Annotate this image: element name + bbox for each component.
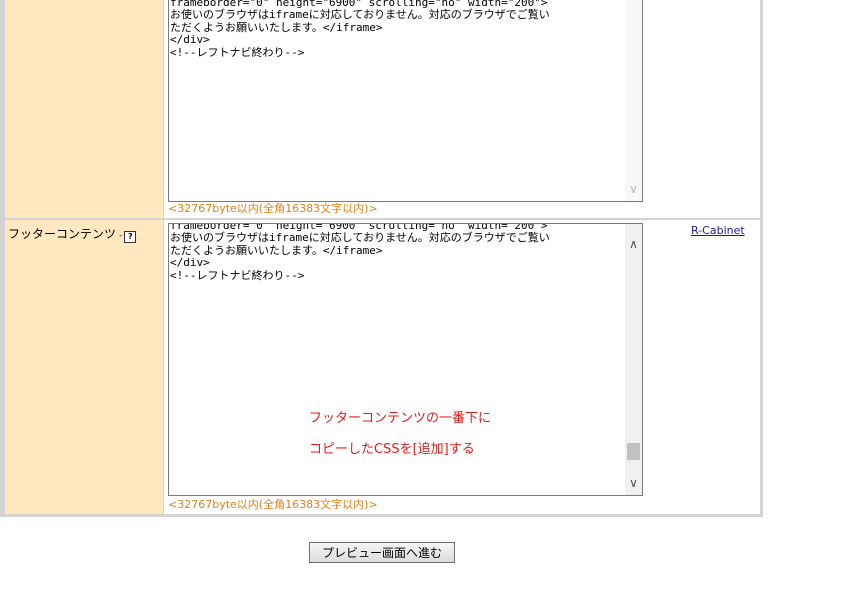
preview-button[interactable]: プレビュー画面へ進む xyxy=(309,542,455,563)
scrollbar-thumb[interactable] xyxy=(627,443,640,460)
top-content-textarea[interactable]: frameborder="0" height="6900" scrolling=… xyxy=(168,0,643,202)
label-cell-footer: フッターコンテンツ -? xyxy=(5,220,163,514)
r-cabinet-link[interactable]: R-Cabinet xyxy=(691,224,745,237)
help-icon[interactable]: ? xyxy=(124,231,137,243)
footer-field-label: フッターコンテンツ -? xyxy=(8,225,137,243)
chevron-down-icon[interactable]: ∨ xyxy=(627,477,640,489)
content-cell-footer: frameborder="0" height="6900" scrolling=… xyxy=(164,220,760,514)
footer-content-textarea[interactable]: frameborder="0" height="6900" scrolling=… xyxy=(168,223,643,496)
chevron-up-icon[interactable]: ∧ xyxy=(627,238,640,250)
label-cell-top xyxy=(5,0,163,218)
footer-label-text: フッターコンテンツ xyxy=(8,227,117,241)
instruction-line-1: フッターコンテンツの一番下に xyxy=(309,411,492,426)
pointer-mark-icon: - xyxy=(119,231,123,241)
footer-textarea-scrollbar[interactable]: ∧ ∨ xyxy=(625,224,642,495)
top-textarea-scrollbar[interactable]: ∨ xyxy=(625,0,642,201)
top-limit-note: <32767byte以内(全角16383文字以内)> xyxy=(168,202,378,215)
top-code-text: frameborder="0" height="6900" scrolling=… xyxy=(170,0,550,59)
content-cell-top: frameborder="0" height="6900" scrolling=… xyxy=(164,0,760,218)
form-panel: frameborder="0" height="6900" scrolling=… xyxy=(0,0,763,517)
form-row-footer: フッターコンテンツ -? frameborder="0" height="6900… xyxy=(5,220,760,514)
footer-code-text: frameborder="0" height="6900" scrolling=… xyxy=(170,223,550,282)
footer-limit-note: <32767byte以内(全角16383文字以内)> xyxy=(168,498,378,511)
chevron-down-icon[interactable]: ∨ xyxy=(627,183,640,195)
form-row-top: frameborder="0" height="6900" scrolling=… xyxy=(5,0,760,218)
instruction-line-2: コピーしたCSSを[追加]する xyxy=(309,442,475,457)
